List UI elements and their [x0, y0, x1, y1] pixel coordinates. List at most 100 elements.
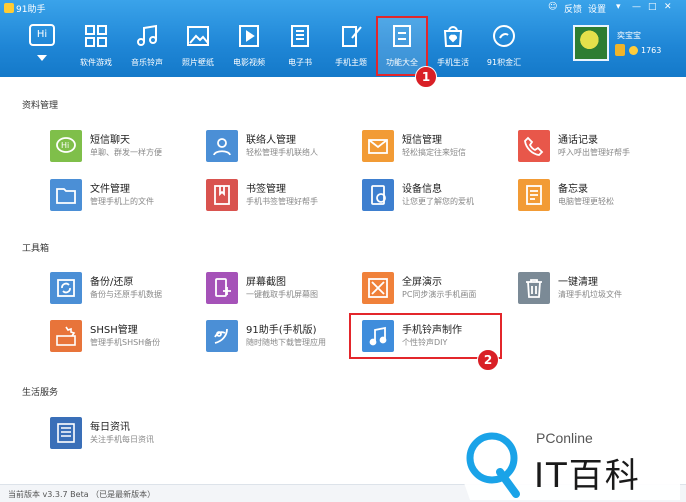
- tile: [518, 179, 550, 211]
- step-marker-2: 2: [477, 349, 499, 371]
- folder-icon: [56, 188, 76, 204]
- feature-desc: 关注手机每日资讯: [90, 435, 154, 444]
- medal-icon: [615, 44, 625, 56]
- envelope-icon: [368, 139, 388, 154]
- coin-icon: [629, 46, 638, 55]
- nav-label: 电影视频: [233, 58, 265, 67]
- user-points: 1763: [641, 46, 662, 55]
- feature-name: SHSH管理: [90, 325, 138, 336]
- feature-desc: 随时随地下载管理应用: [246, 338, 326, 347]
- trash-can-icon: [526, 279, 542, 298]
- feature-memo[interactable]: 备忘录 电脑管理更轻松: [518, 177, 678, 215]
- device-info-icon: [371, 185, 386, 205]
- feature-91-mobile-app[interactable]: 91助手(手机版) 随时随地下载管理应用: [206, 318, 366, 356]
- section-title-toolbox: 工具箱: [22, 244, 50, 254]
- minimize-icon[interactable]: —: [632, 2, 641, 12]
- feature-desc: 备份与还原手机数据: [90, 290, 162, 299]
- phone-handset-icon: [524, 136, 544, 156]
- feature-name: 书签管理: [246, 184, 286, 195]
- step-marker-1: 1: [415, 66, 437, 88]
- feature-screenshot[interactable]: 屏幕截图 一键截取手机屏幕图: [206, 270, 366, 308]
- section-title-life-services: 生活服务: [22, 388, 59, 398]
- backup-restore-icon: [57, 279, 75, 297]
- feature-sms-management[interactable]: 短信管理 轻松搞定往来短信: [362, 128, 522, 166]
- video-play-icon: [239, 25, 259, 47]
- ebook-icon: [291, 25, 309, 47]
- nav-phone-themes[interactable]: 手机主题: [325, 16, 377, 76]
- feature-name: 备份/还原: [90, 277, 134, 288]
- nav-label: 音乐铃声: [131, 58, 163, 67]
- feature-desc: 单聊、群发一样方便: [90, 148, 162, 157]
- feature-name: 全屏演示: [402, 277, 442, 288]
- fullscreen-icon: [368, 278, 388, 298]
- tile: [50, 179, 82, 211]
- tile: [50, 417, 82, 449]
- feature-call-log[interactable]: 通话记录 呼入呼出管理好帮手: [518, 128, 678, 166]
- feature-daily-news[interactable]: 每日资讯 关注手机每日资讯: [50, 415, 210, 453]
- tile: [362, 272, 394, 304]
- section-title-data-management: 资料管理: [22, 101, 59, 111]
- feature-desc: 让您更了解您的爱机: [402, 197, 474, 206]
- tile: Hi: [50, 130, 82, 162]
- user-name[interactable]: 奕宝宝: [617, 30, 641, 41]
- nav-movies-videos[interactable]: 电影视频: [223, 16, 275, 76]
- settings-link[interactable]: 设置: [588, 2, 606, 15]
- feature-name: 通话记录: [558, 135, 598, 146]
- feature-name: 91助手(手机版): [246, 325, 317, 336]
- feature-one-click-clean[interactable]: 一键清理 清理手机垃圾文件: [518, 270, 678, 308]
- contact-person-icon: [213, 138, 231, 156]
- nav-label: 软件游戏: [80, 58, 112, 67]
- nav-phone-life[interactable]: 手机生活: [427, 16, 479, 76]
- nav-photos-wallpapers[interactable]: 照片壁纸: [172, 16, 224, 76]
- feature-device-info[interactable]: 设备信息 让您更了解您的爱机: [362, 177, 522, 215]
- tile: [518, 130, 550, 162]
- nav-music-ringtones[interactable]: 音乐铃声: [121, 16, 173, 76]
- title-bar: 91助手 ☺ 反馈 设置 ▾ — □ ✕: [0, 0, 686, 16]
- feature-desc: 清理手机垃圾文件: [558, 290, 622, 299]
- feature-desc: 呼入呼出管理好帮手: [558, 148, 630, 157]
- feedback-link[interactable]: 反馈: [564, 2, 582, 15]
- nav-label: 手机主题: [335, 58, 367, 67]
- feature-backup-restore[interactable]: 备份/还原 备份与还原手机数据: [50, 270, 210, 308]
- top-toolbar: 91助手 ☺ 反馈 设置 ▾ — □ ✕ Hi 软件游戏 音乐铃声 照片壁纸 电…: [0, 0, 686, 88]
- feature-file-management[interactable]: 文件管理 管理手机上的文件: [50, 177, 210, 215]
- nav-software-games[interactable]: 软件游戏: [70, 16, 122, 76]
- maximize-icon[interactable]: □: [648, 2, 657, 12]
- feature-desc: 管理手机SHSH备份: [90, 338, 161, 347]
- feature-sms-chat[interactable]: Hi 短信聊天 单聊、群发一样方便: [50, 128, 210, 166]
- feature-fullscreen-demo[interactable]: 全屏演示 PC同步演示手机画面: [362, 270, 522, 308]
- nav-label: 91积金汇: [486, 58, 522, 67]
- menu-icon[interactable]: ▾: [616, 2, 621, 12]
- hi-menu-button[interactable]: Hi: [22, 24, 62, 68]
- skin-icon[interactable]: ☺: [548, 2, 557, 12]
- memo-icon: [526, 185, 542, 205]
- feature-name: 设备信息: [402, 184, 442, 195]
- app-logo-icon: [4, 3, 14, 13]
- feature-list-icon: [393, 25, 411, 47]
- feature-name: 短信聊天: [90, 135, 130, 146]
- feature-desc: PC同步演示手机画面: [402, 290, 477, 299]
- watermark-logo-text: IT百科: [534, 456, 641, 496]
- pconline-watermark: PConline IT百科: [440, 414, 680, 500]
- feature-desc: 管理手机上的文件: [90, 197, 154, 206]
- feature-bookmark-management[interactable]: 书签管理 手机书签管理好帮手: [206, 177, 366, 215]
- piggy-bank-icon: [493, 25, 515, 47]
- version-text: 当前版本 v3.3.7 Beta （已是最新版本）: [8, 490, 156, 499]
- feature-name: 短信管理: [402, 135, 442, 146]
- caret-down-icon: [37, 55, 47, 61]
- tile: [206, 179, 238, 211]
- feature-name: 联络人管理: [246, 135, 296, 146]
- music-note-icon: [137, 24, 157, 46]
- nav-91-points[interactable]: 91积金汇: [478, 16, 530, 76]
- feature-name: 文件管理: [90, 184, 130, 195]
- feature-shsh-management[interactable]: SHSH管理 管理手机SHSH备份: [50, 318, 210, 356]
- feature-desc: 一键截取手机屏幕图: [246, 290, 318, 299]
- tile: [50, 272, 82, 304]
- nav-ebooks[interactable]: 电子书: [274, 16, 326, 76]
- feature-name: 屏幕截图: [246, 277, 286, 288]
- shopping-bag-icon: [443, 26, 463, 47]
- feature-contact-management[interactable]: 联络人管理 轻松管理手机联络人: [206, 128, 366, 166]
- close-icon[interactable]: ✕: [664, 2, 672, 12]
- window-title: 91助手: [16, 5, 46, 15]
- avatar[interactable]: [573, 25, 609, 61]
